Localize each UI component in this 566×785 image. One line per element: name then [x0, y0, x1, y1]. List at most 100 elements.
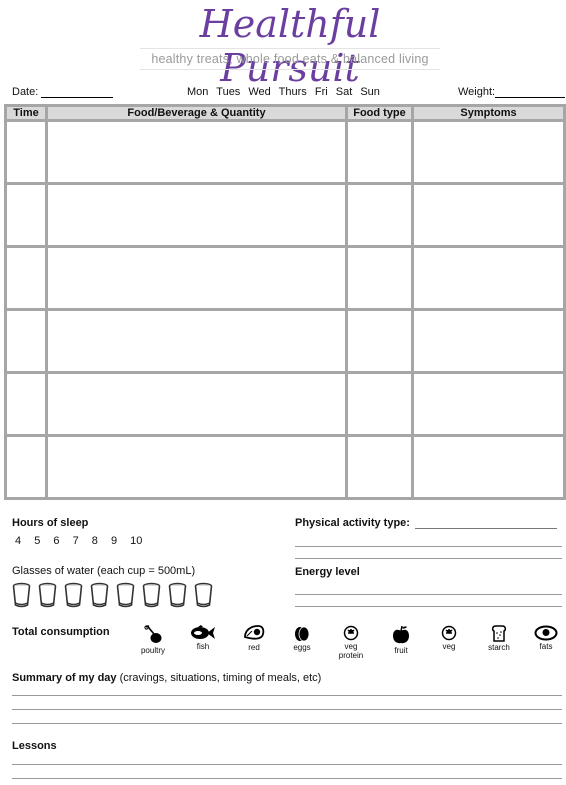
lessons-line-2[interactable]: [12, 778, 562, 779]
sleep-option-10[interactable]: 10: [130, 535, 142, 547]
cell-symptoms[interactable]: [411, 308, 566, 374]
day-fri[interactable]: Fri: [315, 86, 328, 98]
cell-food-beverage[interactable]: [45, 245, 348, 311]
water-label: Glasses of water (each cup = 500mL): [12, 565, 196, 577]
consumption-item-red[interactable]: red: [240, 625, 268, 652]
cell-symptoms[interactable]: [411, 371, 566, 437]
consumption-item-fats[interactable]: fats: [532, 625, 560, 651]
cell-food-beverage[interactable]: [45, 308, 348, 374]
table-header-row: Time Food/Beverage & Quantity Food type …: [4, 104, 566, 122]
sleep-option-9[interactable]: 9: [111, 535, 117, 547]
date-blank[interactable]: [41, 86, 114, 98]
lessons-line-1[interactable]: [12, 764, 562, 765]
day-sun[interactable]: Sun: [360, 86, 380, 98]
meta-row: Date: Mon Tues Wed Thurs Fri Sat Sun Wei…: [0, 86, 566, 102]
poultry-icon: [144, 625, 162, 643]
cell-symptoms[interactable]: [411, 434, 566, 500]
cell-symptoms[interactable]: [411, 119, 566, 185]
activity-field[interactable]: Physical activity type:: [295, 517, 558, 529]
starch-label: starch: [488, 643, 510, 652]
glass-icon[interactable]: [38, 582, 57, 608]
consumption-item-veg-protein[interactable]: veg protein: [336, 625, 366, 660]
consumption-item-starch[interactable]: starch: [484, 625, 514, 652]
glass-icon[interactable]: [12, 582, 31, 608]
cell-time[interactable]: [4, 119, 48, 185]
summary-label-title: Summary of my day: [12, 672, 117, 684]
cell-food-beverage[interactable]: [45, 182, 348, 248]
energy-line-2[interactable]: [295, 606, 562, 607]
consumption-item-fish[interactable]: fish: [186, 625, 220, 651]
logo-tagline: healthy treats, whole food eats & balanc…: [151, 52, 429, 66]
cell-symptoms[interactable]: [411, 245, 566, 311]
glass-icon[interactable]: [194, 582, 213, 608]
day-sat[interactable]: Sat: [336, 86, 353, 98]
column-header-food: Food/Beverage & Quantity: [45, 104, 348, 122]
sleep-option-5[interactable]: 5: [34, 535, 40, 547]
table-row: [4, 434, 566, 500]
summary-line-3[interactable]: [12, 723, 562, 724]
eggs-icon: [295, 626, 310, 642]
cell-time[interactable]: [4, 434, 48, 500]
sleep-option-7[interactable]: 7: [73, 535, 79, 547]
weight-blank[interactable]: [495, 86, 566, 98]
cell-food-beverage[interactable]: [45, 119, 348, 185]
day-tues[interactable]: Tues: [216, 86, 240, 98]
sleep-label: Hours of sleep: [12, 517, 89, 529]
fruit-label: fruit: [394, 646, 408, 655]
activity-blank[interactable]: [415, 517, 558, 529]
consumption-item-fruit[interactable]: fruit: [388, 625, 414, 655]
cell-time[interactable]: [4, 245, 48, 311]
red-meat-icon: [244, 625, 265, 640]
activity-line-1[interactable]: [295, 546, 562, 547]
sleep-option-4[interactable]: 4: [15, 535, 21, 547]
day-mon[interactable]: Mon: [187, 86, 208, 98]
red-meat-label: red: [248, 643, 260, 652]
table-row: [4, 119, 566, 185]
day-thurs[interactable]: Thurs: [279, 86, 307, 98]
cell-time[interactable]: [4, 371, 48, 437]
column-header-time: Time: [4, 104, 48, 122]
glass-icon[interactable]: [90, 582, 109, 608]
summary-line-1[interactable]: [12, 695, 562, 696]
cell-food-type[interactable]: [345, 182, 414, 248]
sleep-option-6[interactable]: 6: [53, 535, 59, 547]
consumption-item-poultry[interactable]: poultry: [138, 625, 168, 655]
glass-icon[interactable]: [116, 582, 135, 608]
cell-food-beverage[interactable]: [45, 371, 348, 437]
glass-icon[interactable]: [64, 582, 83, 608]
logo-divider-top: [140, 48, 440, 49]
logo: Healthful Pursuit healthy treats, whole …: [140, 2, 440, 90]
cell-time[interactable]: [4, 182, 48, 248]
poultry-label: poultry: [140, 646, 165, 655]
column-header-symptoms: Symptoms: [411, 104, 566, 122]
cell-symptoms[interactable]: [411, 182, 566, 248]
table-row: [4, 245, 566, 311]
day-selector: Mon Tues Wed Thurs Fri Sat Sun: [187, 86, 385, 98]
cell-food-type[interactable]: [345, 371, 414, 437]
table-row: [4, 308, 566, 374]
energy-line-1[interactable]: [295, 594, 562, 595]
cell-food-beverage[interactable]: [45, 434, 348, 500]
cell-food-type[interactable]: [345, 245, 414, 311]
table-row: [4, 371, 566, 437]
summary-line-2[interactable]: [12, 709, 562, 710]
consumption-item-veg[interactable]: veg: [436, 625, 462, 651]
activity-line-2[interactable]: [295, 558, 562, 559]
cell-food-type[interactable]: [345, 119, 414, 185]
day-wed[interactable]: Wed: [248, 86, 270, 98]
glass-icon[interactable]: [168, 582, 187, 608]
fruit-icon: [393, 625, 409, 644]
summary-label: Summary of my day (cravings, situations,…: [12, 672, 321, 684]
cell-food-type[interactable]: [345, 434, 414, 500]
cell-food-type[interactable]: [345, 308, 414, 374]
date-field[interactable]: Date:: [12, 86, 114, 98]
fish-icon: [191, 625, 215, 639]
weight-field[interactable]: Weight:: [458, 86, 566, 98]
consumption-item-eggs[interactable]: eggs: [290, 625, 314, 652]
glass-icon[interactable]: [142, 582, 161, 608]
lessons-label: Lessons: [12, 740, 57, 752]
date-label: Date:: [12, 86, 39, 98]
cell-time[interactable]: [4, 308, 48, 374]
sleep-option-8[interactable]: 8: [92, 535, 98, 547]
weight-label: Weight:: [458, 86, 496, 98]
